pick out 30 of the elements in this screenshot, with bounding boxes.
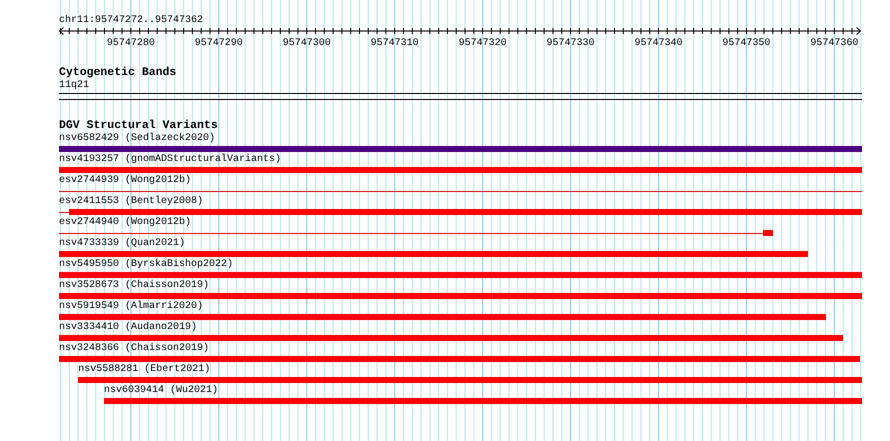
variant-label: esv2411553 (Bentley2008) <box>59 196 204 208</box>
variant-label: esv2744939 (Wong2012b) <box>59 175 192 187</box>
variant-label: esv2744940 (Wong2012b) <box>59 217 192 229</box>
variant-label: nsv6582429 (Sedlazeck2020) <box>59 133 216 145</box>
variant-label: nsv3248366 (Chaisson2019) <box>59 343 210 355</box>
variant-label: nsv4733339 (Quan2021) <box>59 238 186 250</box>
ruler-tick-label: 95747330 <box>546 38 595 49</box>
ruler-tick-label: 95747290 <box>194 38 243 49</box>
variant-label: nsv5919549 (Almarri2020) <box>59 301 204 313</box>
track-title: DGV Structural Variants <box>59 119 218 132</box>
variant-label: nsv5495950 (ByrskaBishop2022) <box>59 259 234 271</box>
variant-label: nsv4193257 (gnomADStructuralVariants) <box>59 154 282 166</box>
chromosome-band[interactable] <box>59 93 862 100</box>
variant-line[interactable] <box>59 232 764 234</box>
ruler-tick-label: 95747340 <box>634 38 682 49</box>
location-label: chr11:95747272..95747362 <box>59 15 204 27</box>
variant-label: nsv6039414 (Wu2021) <box>104 385 218 397</box>
ruler-tick-label: 95747310 <box>370 38 419 49</box>
ruler-tick-label: 95747320 <box>458 38 507 49</box>
ruler-tick-label: 95747350 <box>722 38 770 49</box>
variant-label: nsv3528673 (Chaisson2019) <box>59 280 210 292</box>
variant-line[interactable] <box>59 190 862 192</box>
variant-label: nsv3334410 (Audano2019) <box>59 322 198 334</box>
variant-label: nsv5588281 (Ebert2021) <box>78 364 210 376</box>
ruler-tick-label: 95747300 <box>282 38 331 49</box>
track-title: Cytogenetic Bands <box>59 66 176 80</box>
ruler-tick-label: 95747280 <box>106 38 155 49</box>
band-label: 11q21 <box>59 80 90 92</box>
variant-bar[interactable] <box>763 230 774 236</box>
ruler-tick-label: 95747360 <box>810 38 858 49</box>
